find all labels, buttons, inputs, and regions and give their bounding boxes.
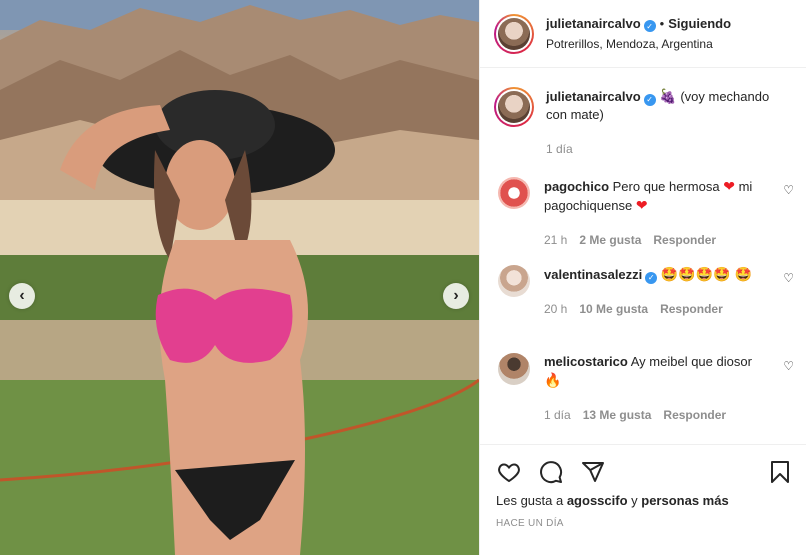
share-button[interactable] [580, 459, 606, 485]
separator-dot: • [659, 15, 665, 31]
post-location[interactable]: Potrerillos, Mendoza, Argentina [546, 37, 731, 51]
caption: julietanaircalvo ✓ 🍇 (voy mechando con ma… [494, 87, 794, 158]
like-comment-heart-icon[interactable]: ♡ [783, 183, 794, 197]
comment-text: Pero que hermosa [612, 179, 724, 194]
comment-likes[interactable]: 10 Me gusta [579, 300, 648, 318]
fire-emoji: 🔥 [544, 372, 562, 388]
comment-username[interactable]: valentinasalezzi [544, 267, 642, 282]
comment-username[interactable]: pagochico [544, 179, 609, 194]
bookmark-icon [771, 461, 789, 483]
action-bar: Les gusta a agosscifo y personas más HAC… [480, 444, 806, 555]
likes-others-link[interactable]: personas más [641, 493, 728, 508]
reply-button[interactable]: Responder [663, 406, 726, 424]
post-header: julietanaircalvo ✓ • Siguiendo Potrerillos,… [480, 0, 806, 68]
comment-time[interactable]: 21 h [544, 231, 567, 249]
comment-username[interactable]: melicostarico [544, 354, 628, 369]
comment-item: melicostarico Ay meibel que diosor 🔥 1 d… [494, 353, 794, 424]
chevron-left-icon: ‹ [19, 287, 25, 304]
star-struck-emojis: 🤩🤩🤩🤩 🤩 [660, 266, 752, 282]
liker-username[interactable]: agosscifo [567, 493, 628, 508]
comment-avatar[interactable] [498, 353, 530, 385]
likes-prefix: Les gusta a [496, 493, 567, 508]
comment-time[interactable]: 1 día [544, 406, 571, 424]
grapes-emoji: 🍇 [659, 88, 677, 104]
reply-button[interactable]: Responder [660, 300, 723, 318]
post-timestamp[interactable]: HACE UN DÍA [496, 518, 564, 529]
following-button[interactable]: Siguiendo [668, 16, 731, 31]
author-username[interactable]: julietanaircalvo [546, 16, 641, 31]
heart-icon [498, 463, 520, 483]
caption-time[interactable]: 1 día [546, 140, 573, 158]
prev-photo-button[interactable]: ‹ [9, 283, 35, 309]
comment-avatar[interactable] [498, 177, 530, 209]
comment-item: pagochico Pero que hermosa ❤ mi pagochiq… [494, 177, 794, 249]
verified-badge-icon: ✓ [643, 20, 656, 33]
like-button[interactable] [496, 459, 522, 485]
next-photo-button[interactable]: › [443, 283, 469, 309]
comment-likes[interactable]: 13 Me gusta [583, 406, 652, 424]
post-photo[interactable]: ‹ › [0, 0, 479, 555]
verified-badge-icon: ✓ [645, 272, 658, 284]
likes-summary[interactable]: Les gusta a agosscifo y personas más [496, 493, 729, 508]
comment-time[interactable]: 20 h [544, 300, 567, 318]
comment-avatar[interactable] [498, 265, 530, 297]
share-icon [582, 462, 604, 482]
red-heart-emoji: ❤ [723, 178, 735, 194]
comment-icon [540, 461, 563, 484]
reply-button[interactable]: Responder [653, 231, 716, 249]
likes-middle: y [627, 493, 642, 508]
author-avatar[interactable] [494, 13, 534, 54]
verified-badge-icon: ✓ [643, 94, 656, 106]
caption-avatar[interactable] [494, 87, 534, 127]
comment-item: valentinasalezzi ✓ 🤩🤩🤩🤩 🤩 20 h 10 Me gust… [494, 265, 794, 318]
red-heart-emoji: ❤ [635, 197, 648, 213]
comment-button[interactable] [538, 459, 564, 485]
photo-illustration [0, 0, 479, 555]
comment-likes[interactable]: 2 Me gusta [579, 231, 641, 249]
post-side-panel: julietanaircalvo ✓ • Siguiendo Potrerillos,… [479, 0, 806, 555]
like-comment-heart-icon[interactable]: ♡ [783, 359, 794, 373]
chevron-right-icon: › [453, 287, 459, 304]
like-comment-heart-icon[interactable]: ♡ [783, 271, 794, 285]
comments-list[interactable]: julietanaircalvo ✓ 🍇 (voy mechando con ma… [480, 69, 806, 444]
save-button[interactable] [767, 459, 793, 485]
instagram-post-window: ‹ › julietanaircalvo ✓ • Siguiendo Potreril… [0, 0, 806, 555]
caption-username[interactable]: julietanaircalvo [546, 89, 641, 104]
comment-text: Ay meibel que diosor [630, 354, 752, 369]
